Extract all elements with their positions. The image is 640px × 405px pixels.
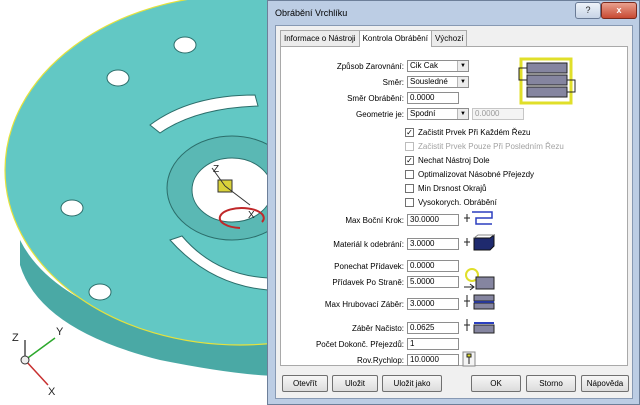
close-button[interactable]: x: [601, 2, 637, 19]
pridavek-po-strane-label: Přídavek Po Straně:: [332, 278, 404, 287]
max-hrubovaci-zaber-label: Max Hrubovací Záběr:: [324, 300, 404, 309]
tool-axis-z-label: Z: [213, 164, 219, 175]
zaber-nacisto-input[interactable]: 0.0625: [407, 322, 459, 334]
rov-rychlop-input[interactable]: 10.0000: [407, 354, 459, 366]
dialog-title: Obrábění Vrchlíku: [275, 8, 348, 18]
dropdown-arrow-icon: ▼: [457, 77, 468, 87]
checkbox-label: Začistit Prvek Při Každém Řezu: [418, 128, 531, 137]
checkbox-box: ✓: [405, 128, 414, 137]
ponechat-pridavek-label: Ponechat Přídavek:: [334, 262, 404, 271]
checkbox-label: Vysokorych. Obrábění: [418, 198, 497, 207]
machining-dialog: Obrábění Vrchlíku ? x Informace o Nástro…: [267, 0, 640, 405]
title-bar[interactable]: Obrábění Vrchlíku ? x: [268, 1, 639, 25]
checkbox-label: Začistit Prvek Pouze Při Posledním Řezu: [418, 142, 564, 151]
stepover-icon: [464, 211, 493, 225]
bolt-hole: [106, 69, 130, 87]
checkbox-box: [405, 198, 414, 207]
pocet-dokonc-label: Počet Dokonč. Přejezdů:: [315, 340, 404, 349]
help-button[interactable]: Nápověda: [581, 375, 629, 392]
max-bocni-krok-input[interactable]: 30.0000: [407, 214, 459, 226]
zarovnani-value: Cik Cak: [410, 61, 439, 70]
checkbox-label: Min Drsnost Okrajů: [418, 184, 487, 193]
smer-obrabeni-label: Směr Obrábění:: [347, 94, 404, 103]
axis-x-label: X: [48, 386, 56, 398]
zarovnani-label: Způsob Zarovnání:: [336, 62, 404, 71]
pridavek-po-strane-input[interactable]: 5.0000: [407, 276, 459, 288]
material-k-odebrani-input[interactable]: 3.0000: [407, 238, 459, 250]
axis-triad: [20, 337, 56, 386]
geometrie-select[interactable]: Spodní ▼: [407, 108, 469, 120]
save-as-button[interactable]: Uložit jako: [382, 375, 442, 392]
tab-panel: Způsob Zarovnání: Cik Cak ▼ Směr: Sousle…: [280, 46, 628, 367]
bolt-hole: [88, 283, 112, 301]
zarovnani-select[interactable]: Cik Cak ▼: [407, 60, 469, 72]
zaber-nacisto-label: Záběr Načisto:: [351, 324, 404, 333]
rough-depth-icon: [464, 294, 495, 310]
checkbox-box: ✓: [405, 156, 414, 165]
bolt-hole: [60, 199, 84, 217]
checkbox-box: [405, 184, 414, 193]
geometrie-label: Geometrie je:: [355, 110, 404, 119]
dropdown-arrow-icon: ▼: [457, 61, 468, 71]
smer-label: Směr:: [382, 78, 404, 87]
checkbox-box: [405, 170, 414, 179]
open-button[interactable]: Otevřít: [282, 375, 328, 392]
tab-tool-info[interactable]: Informace o Nástroji: [280, 30, 360, 46]
axis-y-label: Y: [56, 326, 64, 338]
zigzag-pattern-icon: [518, 57, 576, 105]
side-stock-icon: [464, 268, 495, 291]
finish-depth-icon: [464, 319, 495, 334]
bolt-hole: [173, 36, 197, 54]
max-bocni-krok-label: Max Boční Krok:: [345, 216, 404, 225]
smer-select[interactable]: Sousledné ▼: [407, 76, 469, 88]
smer-value: Sousledné: [410, 77, 448, 86]
help-title-button[interactable]: ?: [575, 2, 601, 19]
dropdown-arrow-icon: ▼: [457, 109, 468, 119]
tab-defaults[interactable]: Výchozí: [430, 30, 468, 46]
checkbox-optimalizovat[interactable]: Optimalizovat Násobné Přejezdy: [405, 170, 534, 181]
checkbox-cisteni-kazdy-rez[interactable]: ✓ Začistit Prvek Při Každém Řezu: [405, 128, 530, 139]
checkbox-label: Nechat Nástroj Dole: [418, 156, 490, 165]
tab-machining-control[interactable]: Kontrola Obrábění: [358, 30, 432, 47]
stock-block-icon: [464, 234, 495, 251]
axis-z-label: Z: [12, 332, 19, 344]
geometrie-offset-input[interactable]: 0.0000: [472, 108, 524, 120]
checkbox-box: [405, 142, 414, 151]
checkbox-nechat-nastroj-dole[interactable]: ✓ Nechat Nástroj Dole: [405, 156, 490, 167]
smer-obrabeni-input[interactable]: 0.0000: [407, 92, 459, 104]
geometrie-value: Spodní: [410, 109, 436, 118]
save-button[interactable]: Uložit: [332, 375, 378, 392]
dialog-client: Informace o Nástroji Kontrola Obrábění V…: [275, 25, 633, 399]
ponechat-pridavek-input[interactable]: 0.0000: [407, 260, 459, 272]
ok-button[interactable]: OK: [471, 375, 521, 392]
rapid-plane-icon: [462, 351, 476, 367]
checkbox-cisteni-posledni-rez[interactable]: Začistit Prvek Pouze Při Posledním Řezu: [405, 142, 564, 153]
tool-axis-x-label: X: [248, 210, 255, 221]
checkbox-min-drsnost[interactable]: Min Drsnost Okrajů: [405, 184, 486, 195]
tab-strip: Informace o Nástroji Kontrola Obrábění V…: [280, 30, 468, 47]
max-hrubovaci-zaber-input[interactable]: 3.0000: [407, 298, 459, 310]
cancel-button[interactable]: Storno: [526, 375, 576, 392]
material-k-odebrani-label: Materiál k odebrání:: [333, 240, 404, 249]
rov-rychlop-label: Rov.Rychlop:: [357, 356, 404, 365]
pocet-dokonc-input[interactable]: 1: [407, 338, 459, 350]
checkbox-label: Optimalizovat Násobné Přejezdy: [418, 170, 535, 179]
